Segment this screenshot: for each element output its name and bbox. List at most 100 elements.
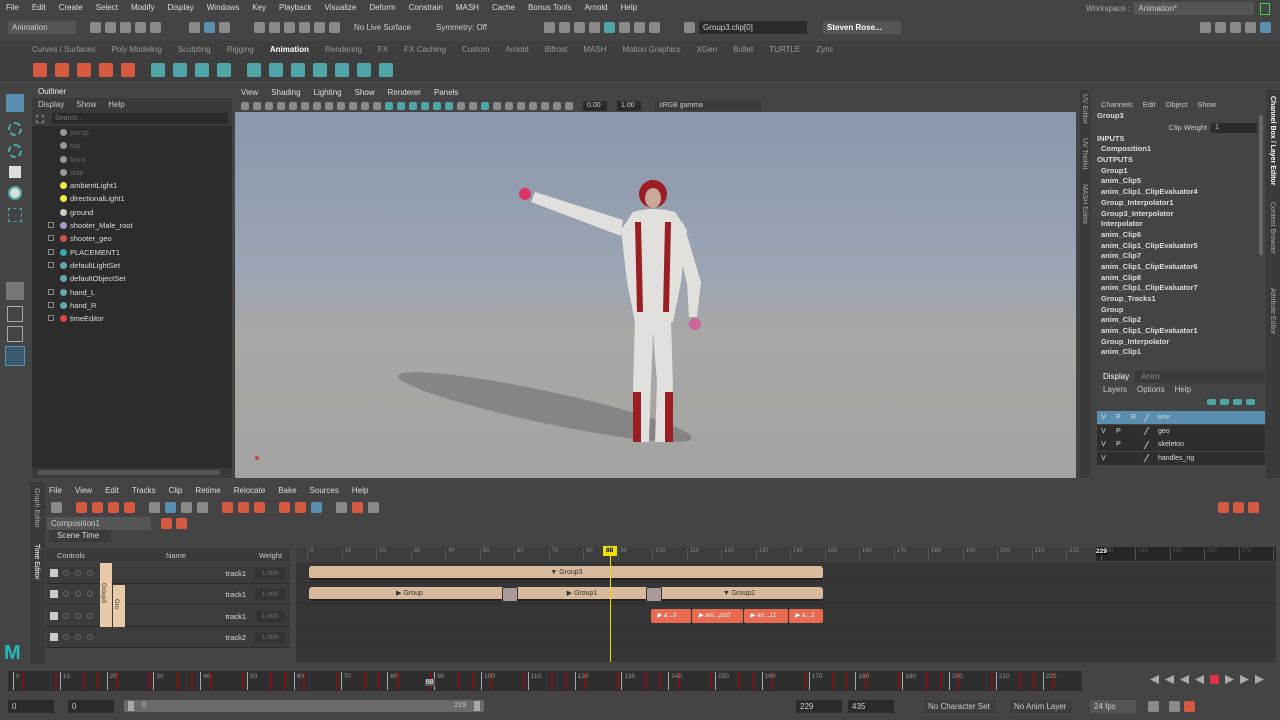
outliner-item[interactable]: defaultObjectSet — [32, 272, 232, 285]
shelf-tab-curves-surfaces[interactable]: Curves / Surfaces — [32, 45, 96, 54]
track-mute-icon[interactable] — [75, 612, 81, 619]
unghost-icon[interactable] — [291, 63, 305, 77]
viewport-tool-6-icon[interactable] — [313, 101, 321, 110]
key-translate-icon[interactable] — [99, 63, 113, 77]
viewport-tool-0-icon[interactable] — [241, 101, 249, 110]
viewport-tool-11-icon[interactable] — [373, 101, 381, 110]
move-tool-icon[interactable] — [165, 501, 176, 513]
outliner-item[interactable]: side — [32, 166, 232, 179]
scene-start-field[interactable]: 0 — [8, 699, 54, 713]
select-hierarchy-icon[interactable] — [189, 21, 200, 33]
clip-toggle-icon[interactable]: ▼ — [723, 590, 732, 597]
filter-icon[interactable] — [36, 114, 44, 123]
track-lock-icon[interactable] — [87, 570, 93, 576]
stop-button[interactable] — [1210, 675, 1219, 684]
outliner-item[interactable]: hand_R — [32, 299, 232, 312]
viewport-tool-22-icon[interactable] — [505, 101, 513, 110]
modeling-toolkit-icon[interactable] — [1200, 22, 1211, 33]
te-menu-edit[interactable]: Edit — [105, 486, 119, 495]
layer-color-icon[interactable] — [1143, 454, 1157, 462]
tab-attribute-editor[interactable]: Attribute Editor — [1269, 288, 1276, 368]
menu-cache[interactable]: Cache — [492, 3, 515, 12]
ipr-render-icon[interactable] — [574, 21, 585, 33]
viewport-tool-12-icon[interactable] — [385, 101, 393, 110]
outliner-item[interactable]: front — [32, 153, 232, 166]
menu-visualize[interactable]: Visualize — [324, 3, 356, 12]
key-rotate-icon[interactable] — [121, 63, 135, 77]
track-mute-icon[interactable] — [75, 570, 81, 576]
composition-select[interactable]: Composition1 — [47, 516, 151, 530]
scene-end-field[interactable]: 435 — [848, 699, 894, 713]
group-clip[interactable]: ▼ Group3 — [309, 566, 824, 580]
viewport-tool-14-icon[interactable] — [409, 101, 417, 110]
output-node[interactable]: Group_Interpolator — [1093, 337, 1265, 348]
layer-row[interactable]: V Pskeleton — [1097, 438, 1265, 451]
menu-modify[interactable]: Modify — [131, 3, 155, 12]
merge-icon[interactable] — [108, 501, 119, 513]
select-tool-icon[interactable] — [6, 94, 24, 112]
lock-icon[interactable] — [1260, 2, 1271, 15]
workspace-select[interactable]: Animation* — [1134, 2, 1255, 15]
te-menu-clip[interactable]: Clip — [169, 486, 183, 495]
mute-icon[interactable] — [51, 501, 62, 513]
viewport-tool-19-icon[interactable] — [469, 101, 477, 110]
render-frame-icon[interactable] — [559, 21, 570, 33]
add-group-icon[interactable] — [92, 501, 103, 513]
layer-v-toggle[interactable]: V — [1097, 428, 1110, 435]
expand-icon[interactable] — [48, 235, 54, 242]
expand-icon[interactable] — [48, 248, 54, 255]
duplicate-composition-icon[interactable] — [176, 517, 187, 529]
viewport-tool-25-icon[interactable] — [541, 101, 549, 110]
track-weight[interactable]: 1.000 — [255, 568, 285, 579]
input-node[interactable]: Composition1 — [1093, 144, 1265, 155]
viewport-tool-9-icon[interactable] — [349, 101, 357, 110]
add-anim-icon[interactable] — [352, 501, 363, 513]
layer-menu-layers[interactable]: Layers — [1103, 385, 1127, 394]
rotate-tool-icon[interactable] — [8, 186, 22, 200]
undo-icon[interactable] — [135, 21, 146, 33]
turntable-icon[interactable] — [379, 63, 393, 77]
channel-menu-object[interactable]: Object — [1166, 100, 1188, 109]
tab-time-editor[interactable]: Time Editor — [33, 544, 40, 594]
render-settings-icon[interactable] — [544, 21, 555, 33]
layer-color-icon[interactable] — [1143, 440, 1157, 449]
track-checkbox[interactable] — [50, 590, 58, 599]
track-row[interactable]: track1 1.000 — [46, 584, 290, 606]
output-node[interactable]: anim_Clip5 — [1093, 176, 1265, 187]
outliner-item[interactable]: timeEditor — [32, 312, 232, 325]
shelf-tab-turtle[interactable]: TURTLE — [769, 45, 800, 54]
select-component-icon[interactable] — [219, 21, 230, 33]
move-key-icon[interactable] — [151, 63, 165, 77]
layer-row[interactable]: Vhandles_rig — [1097, 451, 1265, 465]
viewport-tool-1-icon[interactable] — [253, 101, 261, 110]
layout-outliner-icon[interactable] — [5, 346, 25, 366]
add-audio-icon[interactable] — [368, 501, 379, 513]
anim-clip[interactable]: ▶ ani...p10 — [692, 608, 744, 623]
step-back-key-button[interactable] — [1180, 675, 1189, 684]
time-editor-tracks-area[interactable]: ▼ Group3 ▶ Group ▶ Group1 ▼ Group2 ▶ a...9 ▶ … — [296, 562, 1276, 662]
output-node[interactable]: anim_Clip6 — [1093, 230, 1265, 241]
track-checkbox[interactable] — [50, 611, 58, 620]
graph-icon[interactable] — [195, 63, 209, 77]
dope-view-icon[interactable] — [1233, 502, 1244, 513]
menu-arnold[interactable]: Arnold — [585, 3, 608, 12]
shelf-tab-bifrost[interactable]: Bifrost — [545, 45, 568, 54]
outliner-item[interactable]: shooter_geo — [32, 232, 232, 245]
output-node[interactable]: anim_Clip1_ClipEvaluator1 — [1093, 326, 1265, 337]
fade-a-icon[interactable] — [279, 501, 290, 513]
layer-p-toggle[interactable]: P — [1112, 441, 1125, 448]
layer-v-toggle[interactable]: V — [1097, 441, 1110, 448]
viewport-tool-18-icon[interactable] — [457, 101, 465, 110]
track-solo-icon[interactable] — [63, 633, 69, 640]
tab-uv-toolkit[interactable]: UV Toolkit — [1081, 138, 1088, 180]
shelf-tab-xgen[interactable]: XGen — [697, 45, 717, 54]
viewport-menu-shading[interactable]: Shading — [271, 88, 300, 97]
viewport-menu-lighting[interactable]: Lighting — [314, 88, 342, 97]
render-view-icon[interactable] — [589, 21, 600, 33]
pause-viewport-icon[interactable] — [649, 21, 660, 33]
paint-select-icon[interactable] — [8, 144, 22, 158]
outliner-menu-show[interactable]: Show — [76, 100, 96, 109]
outliner-item[interactable]: ambientLight1 — [32, 179, 232, 192]
scene-time-tab[interactable]: Scene Time — [49, 530, 111, 542]
viewport-tool-17-icon[interactable] — [445, 101, 453, 110]
